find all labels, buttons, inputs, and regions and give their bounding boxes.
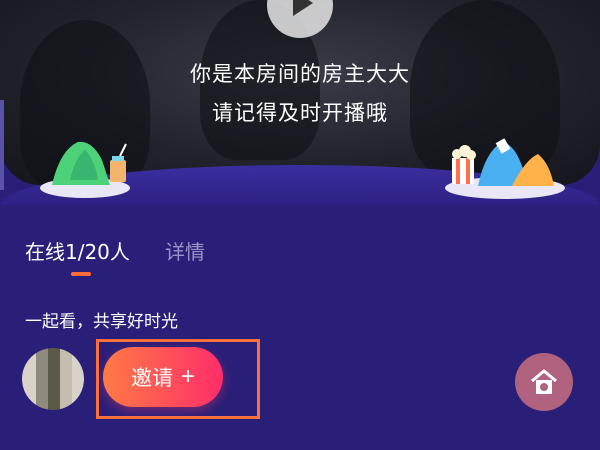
tab-online[interactable]: 在线1/20人 — [25, 236, 130, 265]
active-tab-indicator — [71, 272, 91, 276]
host-message-line1: 你是本房间的房主大大 — [190, 62, 410, 86]
tab-details[interactable]: 详情 — [165, 236, 205, 265]
tagline: 一起看，共享好时光 — [25, 312, 178, 332]
plus-icon: + — [180, 363, 195, 390]
avatar[interactable] — [22, 348, 84, 410]
scroll-indicator — [0, 100, 4, 190]
host-message-line2: 请记得及时开播哦 — [212, 101, 388, 125]
home-icon — [531, 369, 557, 394]
home-button[interactable] — [515, 353, 573, 411]
decor-mountain-popcorn — [445, 138, 565, 199]
decor-mountain-drink — [40, 141, 130, 198]
invite-button-label: 邀请 — [130, 367, 173, 390]
invite-button[interactable]: 邀请 + — [103, 347, 223, 407]
